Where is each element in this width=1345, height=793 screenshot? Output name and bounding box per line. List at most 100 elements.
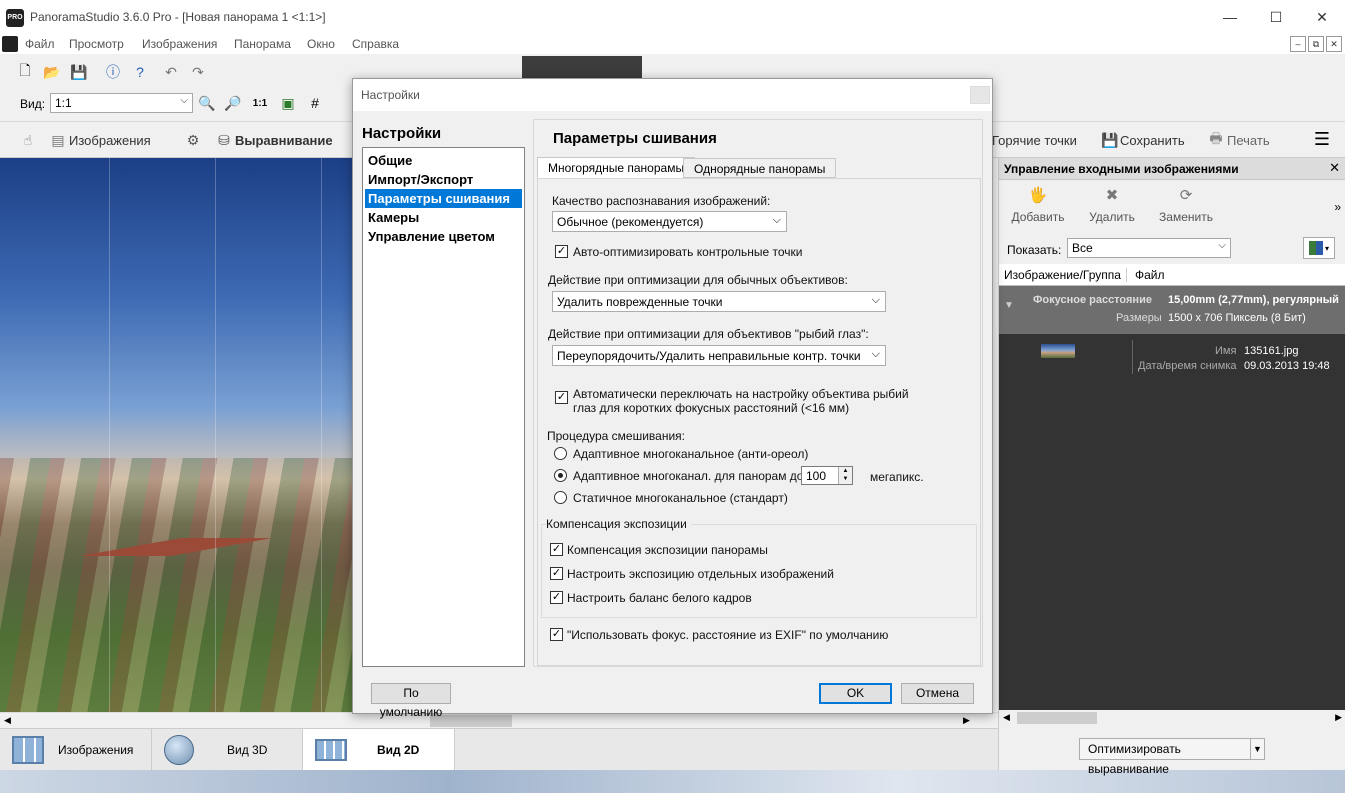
blend-label: Процедура смешивания:	[547, 429, 685, 443]
hamburger-menu-icon[interactable]: ☰	[1312, 129, 1332, 149]
menu-window[interactable]: Окно	[307, 37, 335, 51]
spin-arrows-icon[interactable]: ▲ ▼	[838, 467, 852, 484]
chevron-down-icon: ⌵	[1218, 240, 1226, 251]
hand-icon[interactable]: ☝	[18, 130, 38, 150]
alignment-icon[interactable]: ⛁	[214, 130, 234, 150]
quality-value: Обычное (рекомендуется)	[557, 215, 704, 229]
exif-focal-checkbox[interactable]: ✓	[550, 628, 563, 641]
maximize-button[interactable]: ☐	[1253, 0, 1299, 34]
collapse-triangle-icon[interactable]: ▼	[1004, 300, 1014, 311]
nav-import-export[interactable]: Импорт/Экспорт	[365, 170, 522, 189]
list-item[interactable]: Имя 135161.jpg Дата/время снимка 09.03.2…	[999, 334, 1345, 380]
print-toolbar-button[interactable]: Печать	[1227, 133, 1270, 148]
optimize-alignment-button[interactable]: Оптимизировать выравнивание ▼	[1079, 738, 1265, 776]
auto-fisheye-checkbox[interactable]: ✓	[555, 391, 568, 404]
scroll-right-icon[interactable]: ▶	[1335, 712, 1342, 723]
menu-images[interactable]: Изображения	[142, 37, 217, 51]
blend-radio-antihalo[interactable]	[554, 447, 567, 460]
dialog-close-button[interactable]	[970, 86, 990, 104]
minimize-button[interactable]: —	[1207, 0, 1253, 34]
save-toolbar-button[interactable]: Сохранить	[1120, 133, 1185, 148]
exposure-images-checkbox[interactable]: ✓	[550, 567, 563, 580]
focal-length-label: Фокусное расстояние	[1033, 294, 1152, 306]
delete-image-button[interactable]: ✖ Удалить	[1077, 186, 1147, 224]
close-button[interactable]: ✕	[1299, 0, 1345, 34]
mdi-restore-button[interactable]: ⧉	[1308, 36, 1324, 52]
auto-fisheye-line1: Автоматически переключать на настройку о…	[573, 387, 909, 401]
images-toolbar-button[interactable]: Изображения	[69, 133, 151, 148]
megapixel-spinbox[interactable]: 100 ▲ ▼	[801, 466, 853, 485]
tab-2d-view[interactable]: Вид 2D	[303, 729, 455, 771]
scroll-thumb[interactable]	[1017, 712, 1097, 724]
menu-help[interactable]: Справка	[352, 37, 399, 51]
nav-cameras[interactable]: Камеры	[365, 208, 522, 227]
tab-images[interactable]: Изображения	[0, 729, 152, 771]
group-row[interactable]: ▼ Фокусное расстояние 15,00mm (2,77mm), …	[999, 286, 1345, 334]
quality-select[interactable]: Обычное (рекомендуется) ⌵	[552, 211, 787, 232]
tab-multirow-panoramas[interactable]: Многорядные панорамы	[537, 157, 696, 179]
alignment-toolbar-button[interactable]: Выравнивание	[235, 133, 333, 148]
panorama-preview[interactable]	[0, 158, 352, 712]
column-file[interactable]: Файл	[1126, 268, 1165, 282]
show-filter-select[interactable]: Все ⌵	[1067, 238, 1231, 258]
exposure-images-label: Настроить экспозицию отдельных изображен…	[567, 567, 834, 581]
grid-icon[interactable]: #	[305, 93, 325, 113]
new-file-icon[interactable]: 🗋	[15, 62, 35, 82]
preview-horizontal-scrollbar[interactable]: ◀ ▶	[0, 712, 998, 728]
save-disk-icon[interactable]: 💾	[69, 62, 89, 82]
replace-image-button[interactable]: ⟳ Заменить	[1151, 186, 1221, 224]
tab-singlerow-panoramas[interactable]: Однорядные панорамы	[683, 158, 837, 178]
panel-close-icon[interactable]: ✕	[1329, 160, 1340, 176]
zoom-in-icon[interactable]: 🔍	[197, 93, 217, 113]
divider	[1132, 340, 1133, 374]
fisheye-select[interactable]: Переупорядочить/Удалить неправильные кон…	[552, 345, 886, 366]
view-mode-button[interactable]: ▾	[1303, 237, 1335, 259]
help-icon[interactable]: ?	[130, 62, 150, 82]
undo-icon[interactable]: ↶	[161, 62, 181, 82]
scroll-left-icon[interactable]: ◀	[4, 715, 11, 726]
open-folder-icon[interactable]: 📂	[42, 62, 62, 82]
default-button[interactable]: По умолчанию	[371, 683, 451, 719]
images-grid-icon	[12, 736, 44, 764]
menu-file[interactable]: Файл	[25, 37, 55, 51]
scroll-right-icon[interactable]: ▶	[963, 715, 970, 726]
chevron-down-icon[interactable]: ▼	[1250, 739, 1264, 759]
nav-general[interactable]: Общие	[365, 151, 522, 170]
view-zoom-select[interactable]: 1:1 ⌵	[50, 93, 193, 113]
white-balance-checkbox[interactable]: ✓	[550, 591, 563, 604]
panel-header: Управление входными изображениями ✕	[999, 158, 1345, 180]
zoom-actual-icon[interactable]: 1:1	[250, 93, 270, 113]
mdi-minimize-button[interactable]: –	[1290, 36, 1306, 52]
tab-panel: Качество распознавания изображений: Обыч…	[537, 178, 981, 666]
menu-panorama[interactable]: Панорама	[234, 37, 291, 51]
info-icon[interactable]: ⓘ	[103, 62, 123, 82]
auto-optimize-label: Авто-оптимизировать контрольные точки	[573, 245, 803, 259]
list-horizontal-scrollbar[interactable]: ◀ ▶	[999, 710, 1345, 726]
hotspots-toolbar-button[interactable]: Горячие точки	[992, 133, 1077, 148]
auto-optimize-checkbox[interactable]: ✓	[555, 245, 568, 258]
save-icon[interactable]: 💾	[1100, 130, 1120, 150]
cancel-button[interactable]: Отмена	[901, 683, 974, 704]
scroll-thumb[interactable]	[430, 715, 512, 727]
nav-stitching-parameters[interactable]: Параметры сшивания	[365, 189, 522, 208]
print-icon[interactable]: 🖶	[1206, 130, 1226, 150]
normal-lens-select[interactable]: Удалить поврежденные точки ⌵	[552, 291, 886, 312]
tab-3d-view[interactable]: Вид 3D	[152, 729, 303, 771]
image-list[interactable]: Изображение/Группа Файл ▼ Фокусное расст…	[999, 264, 1345, 710]
blend-radio-static[interactable]	[554, 491, 567, 504]
mdi-close-button[interactable]: ✕	[1326, 36, 1342, 52]
menu-view[interactable]: Просмотр	[69, 37, 124, 51]
add-image-button[interactable]: 🖐 Добавить	[1003, 186, 1073, 224]
ok-button[interactable]: OK	[819, 683, 892, 704]
column-image-group[interactable]: Изображение/Группа	[1004, 268, 1121, 282]
redo-icon[interactable]: ↷	[188, 62, 208, 82]
nav-color-management[interactable]: Управление цветом	[365, 227, 522, 246]
zoom-out-icon[interactable]: 🔎	[223, 93, 243, 113]
images-icon[interactable]: ▤	[48, 130, 68, 150]
blend-radio-adaptive[interactable]	[554, 469, 567, 482]
fit-window-icon[interactable]: ▣	[278, 93, 298, 113]
scroll-left-icon[interactable]: ◀	[1003, 712, 1010, 723]
exposure-panorama-checkbox[interactable]: ✓	[550, 543, 563, 556]
stitch-icon[interactable]: ⚙	[183, 130, 203, 150]
overflow-chevron-icon[interactable]: »	[1334, 200, 1341, 214]
